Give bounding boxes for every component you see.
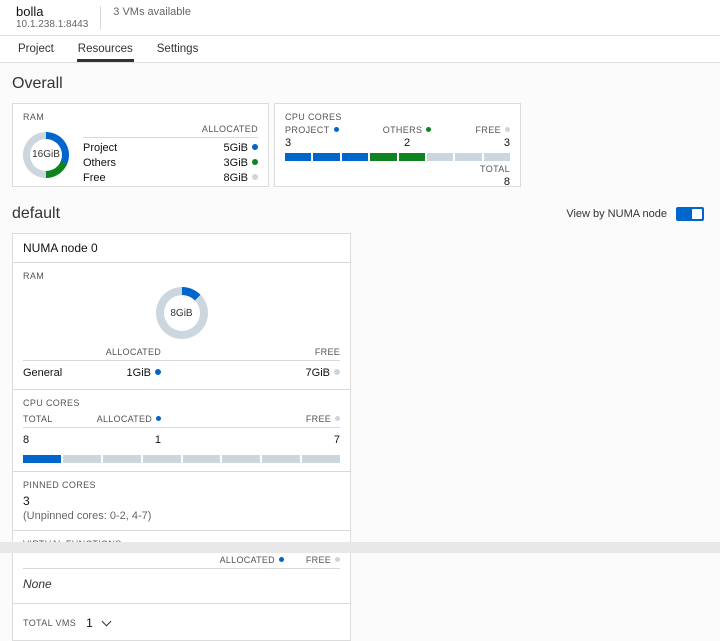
- free-dot-icon: [335, 557, 340, 562]
- total-vms-expander[interactable]: TOTAL VMS 1: [23, 612, 340, 632]
- server-address: 10.1.238.1:8443: [16, 19, 89, 31]
- vms-available-label: 3 VMs available: [113, 6, 191, 18]
- ram-label: RAM: [23, 112, 45, 122]
- numa-toggle[interactable]: View by NUMA node: [566, 207, 704, 221]
- vf-free-header: FREE: [306, 555, 340, 565]
- numa-node-card: NUMA node 0 RAM 8GiB ALLOCATED FREE Gene…: [12, 233, 351, 641]
- cpu-total-label: TOTAL: [480, 164, 510, 174]
- default-project-title: default: [12, 205, 61, 222]
- overall-ram-card: RAM 16GiB ALLOCATED Project 5GiB Others: [12, 103, 269, 187]
- resources-content: Overall RAM 16GiB ALLOCATED Project 5GiB: [0, 63, 720, 641]
- legend-value: 5GiB: [224, 142, 258, 154]
- numa-cpu-values-row: 8 1 7: [23, 432, 340, 448]
- ram-legend: ALLOCATED Project 5GiB Others 3GiB Free …: [83, 124, 258, 185]
- project-cores-stat: PROJECT 3: [285, 125, 339, 149]
- numa-ram-total-value: 8GiB: [170, 307, 193, 319]
- numa-toggle-label: View by NUMA node: [566, 208, 667, 220]
- server-header: bolla 10.1.238.1:8443 3 VMs available: [0, 0, 720, 36]
- overall-cards-row: RAM 16GiB ALLOCATED Project 5GiB Others: [12, 103, 704, 188]
- ram-legend-row-project: Project 5GiB: [83, 140, 258, 155]
- ram-allocated-header: ALLOCATED: [83, 124, 258, 138]
- numa-ram-free-header: FREE: [314, 347, 340, 357]
- cpu-free-header: FREE: [161, 414, 340, 424]
- project-dot-icon: [333, 127, 339, 132]
- header-divider: [100, 5, 102, 30]
- free-dot-icon: [334, 369, 340, 375]
- numa-cpu-label: CPU CORES: [23, 398, 80, 408]
- tab-bar: Project Resources Settings: [0, 36, 720, 63]
- allocated-dot-icon: [278, 557, 284, 562]
- others-cores-stat: OTHERS 2: [383, 125, 432, 149]
- numa-ram-table-header: ALLOCATED FREE: [23, 347, 340, 361]
- ram-donut-chart: 16GiB: [23, 131, 69, 178]
- legend-name: Free: [83, 171, 106, 184]
- vf-allocated-header: ALLOCATED: [220, 555, 284, 565]
- numa-cpu-table-header: TOTAL ALLOCATED FREE: [23, 414, 340, 428]
- numa-cpu-usage-bar: [23, 455, 340, 463]
- pinned-cores-label: PINNED CORES: [23, 480, 96, 490]
- virtual-functions-none: None: [23, 577, 52, 591]
- ram-row-allocated: 1GiB: [93, 367, 161, 379]
- ram-legend-row-free: Free 8GiB: [83, 170, 258, 185]
- lxd-server-resources-page: bolla 10.1.238.1:8443 3 VMs available Pr…: [0, 0, 720, 641]
- free-dot-icon: [335, 416, 340, 421]
- tab-resources[interactable]: Resources: [76, 43, 134, 62]
- ram-row-free: 7GiB: [161, 367, 340, 379]
- free-cores-stat: FREE 3: [475, 125, 510, 149]
- bottom-scroll-strip: [0, 542, 720, 553]
- pinned-cores-value: 3: [23, 494, 30, 508]
- unpinned-cores-note: (Unpinned cores: 0-2, 4-7): [23, 510, 152, 522]
- numa-ram-donut-chart: 8GiB: [155, 287, 208, 339]
- total-vms-label: TOTAL VMS: [23, 618, 77, 628]
- cpu-allocated-header: ALLOCATED: [93, 414, 161, 424]
- tab-project[interactable]: Project: [17, 43, 55, 62]
- ram-card-body: 16GiB ALLOCATED Project 5GiB Others 3GiB: [23, 124, 258, 185]
- legend-name: Others: [83, 156, 117, 169]
- numa-virtual-functions-section: VIRTUAL FUNCTIONS ALLOCATED FREE None: [13, 530, 350, 603]
- cpu-total-header: TOTAL: [23, 414, 53, 424]
- server-name: bolla: [16, 3, 44, 19]
- ram-row-name: General: [23, 367, 63, 379]
- cpu-free-value: 7: [333, 434, 340, 446]
- free-dot-icon: [252, 173, 258, 180]
- ram-total-value: 16GiB: [32, 149, 60, 160]
- cpu-total-value: 8: [503, 176, 510, 188]
- chevron-down-icon: [101, 616, 112, 626]
- cpu-total-value: 8: [23, 434, 30, 446]
- free-cores-value: 3: [503, 137, 510, 149]
- numa-node-title: NUMA node 0: [13, 234, 350, 263]
- tab-settings[interactable]: Settings: [156, 43, 200, 62]
- numa-ram-section: RAM 8GiB ALLOCATED FREE General 1GiB 7Gi…: [13, 263, 350, 389]
- default-section-header: default View by NUMA node: [12, 205, 704, 223]
- cpu-allocated-value: 1: [154, 434, 161, 446]
- cpu-cores-label: CPU CORES: [285, 112, 342, 122]
- ram-legend-row-others: Others 3GiB: [83, 155, 258, 170]
- numa-ram-label: RAM: [23, 271, 45, 281]
- legend-value: 3GiB: [224, 157, 258, 169]
- cpu-stats-row: PROJECT 3 OTHERS 2 FREE 3: [285, 125, 510, 149]
- project-dot-icon: [252, 143, 258, 150]
- legend-value: 8GiB: [224, 172, 258, 184]
- numa-cpu-section: CPU CORES TOTAL ALLOCATED FREE 8 1 7: [13, 389, 350, 471]
- others-cores-value: 2: [403, 137, 411, 149]
- legend-name: Project: [83, 141, 118, 154]
- others-dot-icon: [252, 158, 258, 165]
- free-dot-icon: [505, 127, 510, 132]
- cpu-usage-bar: [285, 153, 510, 161]
- overall-cpu-card: CPU CORES PROJECT 3 OTHERS 2 FREE 3 TOTA…: [274, 103, 521, 188]
- numa-total-vms-section: TOTAL VMS 1: [13, 603, 350, 640]
- overall-section-title: Overall: [12, 75, 63, 92]
- numa-toggle-switch-icon[interactable]: [676, 207, 704, 221]
- cpu-total-block: TOTAL 8: [285, 164, 510, 188]
- numa-ram-general-row: General 1GiB 7GiB: [23, 365, 340, 381]
- numa-pinned-section: PINNED CORES 3 (Unpinned cores: 0-2, 4-7…: [13, 471, 350, 530]
- project-cores-value: 3: [285, 137, 292, 149]
- numa-ram-allocated-header: ALLOCATED: [105, 347, 161, 357]
- server-info: bolla 10.1.238.1:8443: [16, 4, 88, 32]
- total-vms-value: 1: [86, 616, 93, 630]
- others-dot-icon: [426, 127, 432, 132]
